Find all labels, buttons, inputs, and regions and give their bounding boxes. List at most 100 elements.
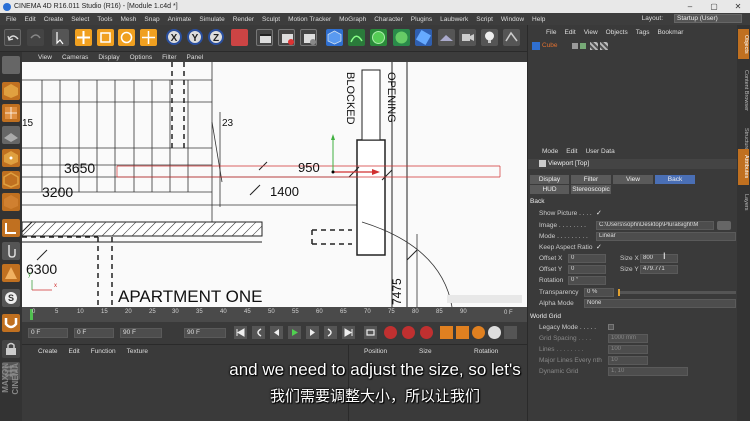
camera-object-icon[interactable] (459, 29, 476, 46)
coordinate-system-icon[interactable] (231, 29, 248, 46)
play-icon[interactable] (288, 326, 301, 339)
attr-menu-mode[interactable]: Mode (542, 148, 558, 158)
tab-hud[interactable]: HUD (530, 185, 569, 194)
polygons-mode-icon[interactable] (2, 193, 20, 211)
scale-key-icon[interactable] (456, 326, 469, 339)
move-tool-icon[interactable] (75, 29, 92, 46)
dock-tab-objects[interactable]: Objects (738, 29, 749, 59)
transparency-slider-handle[interactable] (618, 289, 620, 296)
snap-icon[interactable]: S (2, 289, 20, 307)
render-settings-icon[interactable] (300, 29, 317, 46)
attr-menu-edit[interactable]: Edit (566, 148, 577, 158)
previous-key-icon[interactable] (252, 326, 265, 339)
viewport-menu-cameras[interactable]: Cameras (62, 54, 88, 61)
model-mode-icon[interactable] (2, 82, 20, 100)
layout-dropdown[interactable]: Startup (User) (674, 14, 742, 23)
previous-frame-icon[interactable] (270, 326, 283, 339)
menu-plugins[interactable]: Plugins (411, 16, 432, 23)
viewport-menu-view[interactable]: View (38, 54, 52, 61)
size-y-field[interactable]: 479.771 (640, 265, 678, 274)
tab-back[interactable]: Back (655, 175, 695, 184)
objects-menu-view[interactable]: View (584, 29, 598, 39)
material-menu-function[interactable]: Function (91, 348, 116, 355)
maximize-button[interactable]: ▢ (702, 0, 726, 13)
tab-display[interactable]: Display (530, 175, 569, 184)
menu-window[interactable]: Window (501, 16, 524, 23)
tab-filter[interactable]: Filter (571, 175, 611, 184)
keyframe-selection-icon[interactable] (420, 326, 433, 339)
offset-y-field[interactable]: 0 (568, 265, 606, 274)
texture-mode-icon[interactable] (2, 104, 20, 122)
end-frame-field[interactable]: 90 F (120, 328, 162, 338)
menu-select[interactable]: Select (71, 16, 89, 23)
size-x-field[interactable]: 800 (640, 254, 678, 263)
go-to-end-icon[interactable] (342, 326, 355, 339)
menu-laubwerk[interactable]: Laubwerk (440, 16, 468, 23)
objects-menu-edit[interactable]: Edit (564, 29, 575, 39)
menu-motion-tracker[interactable]: Motion Tracker (288, 16, 331, 23)
menu-animate[interactable]: Animate (168, 16, 192, 23)
lines-field[interactable]: 100 (608, 345, 648, 354)
object-visibility-icon[interactable] (572, 43, 578, 49)
position-key-icon[interactable] (440, 326, 453, 339)
pla-key-icon[interactable] (504, 326, 517, 339)
menu-create[interactable]: Create (44, 16, 64, 23)
objects-menu-file[interactable]: File (546, 29, 556, 39)
axis-mode-icon[interactable] (2, 219, 20, 237)
image-path-field[interactable]: C:\Users\sophi\Desktop\Pluralsight\M (596, 221, 714, 230)
spline-pen-icon[interactable] (348, 29, 365, 46)
timeline-ruler[interactable]: 0 5 10 15 20 25 30 35 40 45 50 55 60 65 … (22, 307, 527, 322)
loop-icon[interactable] (364, 326, 377, 339)
menu-mograph[interactable]: MoGraph (339, 16, 366, 23)
menu-simulate[interactable]: Simulate (199, 16, 224, 23)
y-axis-lock-button[interactable]: Y (187, 29, 203, 45)
make-editable-icon[interactable] (2, 56, 20, 74)
close-button[interactable]: ✕ (726, 0, 750, 13)
show-picture-checkbox[interactable]: ✓ (596, 209, 602, 217)
rotate-tool-icon[interactable] (118, 29, 135, 46)
viewport-menu-options[interactable]: Options (130, 54, 152, 61)
menu-mesh[interactable]: Mesh (120, 16, 136, 23)
current-frame-field[interactable]: 0 F (74, 328, 114, 338)
environment-object-icon[interactable] (503, 29, 520, 46)
material-menu-create[interactable]: Create (38, 348, 58, 355)
rotation-field[interactable]: 0 ° (568, 276, 606, 285)
record-key-icon[interactable] (384, 326, 397, 339)
menu-snap[interactable]: Snap (144, 16, 159, 23)
x-axis-lock-button[interactable]: X (166, 29, 182, 45)
next-frame-icon[interactable] (306, 326, 319, 339)
legacy-mode-checkbox[interactable] (608, 324, 614, 330)
tweak-mode-icon[interactable] (2, 242, 20, 260)
image-browse-button[interactable] (717, 221, 731, 230)
dock-tab-layers[interactable]: Layers (738, 190, 749, 214)
array-generator-icon[interactable] (393, 29, 410, 46)
render-picture-viewer-icon[interactable] (278, 29, 295, 46)
grid-spacing-field[interactable]: 1000 mm (608, 334, 648, 343)
autokey-icon[interactable] (402, 326, 415, 339)
viewport-menu-filter[interactable]: Filter (162, 54, 176, 61)
transparency-field[interactable]: 0 % (584, 288, 614, 297)
viewport-solo-icon[interactable] (2, 264, 20, 282)
go-to-start-icon[interactable] (234, 326, 247, 339)
menu-tools[interactable]: Tools (97, 16, 112, 23)
cube-object-icon[interactable] (326, 29, 343, 46)
minimize-button[interactable]: – (678, 0, 702, 13)
objects-menu-tags[interactable]: Tags (636, 29, 650, 39)
menu-file[interactable]: File (6, 16, 16, 23)
parameter-key-icon[interactable] (488, 326, 501, 339)
viewport-menu-panel[interactable]: Panel (187, 54, 204, 61)
menu-character[interactable]: Character (374, 16, 403, 23)
max-frame-field[interactable]: 90 F (184, 328, 226, 338)
workplane-mode-icon[interactable] (2, 126, 20, 144)
dock-tab-attributes[interactable]: Attributes (738, 149, 749, 185)
redo-icon[interactable] (27, 29, 44, 46)
start-frame-field[interactable]: 0 F (28, 328, 68, 338)
next-key-icon[interactable] (324, 326, 337, 339)
bend-deformer-icon[interactable] (415, 29, 432, 46)
undo-icon[interactable] (4, 29, 21, 46)
objects-menu-objects[interactable]: Objects (606, 29, 628, 39)
objects-menu-bookmarks[interactable]: Bookmar (657, 29, 683, 39)
viewport-top[interactable]: 15 23 3650 3200 950 1400 6300 APARTMENT … (22, 62, 527, 307)
magnet-icon[interactable] (2, 314, 20, 332)
transparency-slider[interactable] (618, 291, 736, 294)
